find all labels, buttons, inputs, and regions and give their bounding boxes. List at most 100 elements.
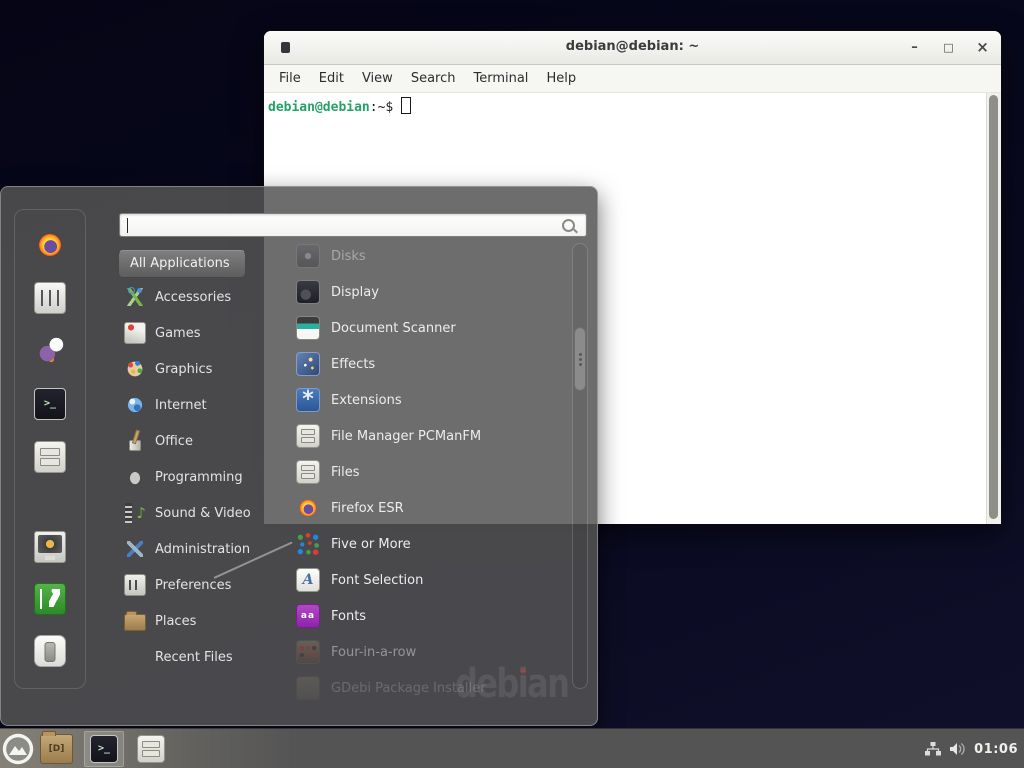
menu-scrollbar[interactable] <box>572 243 588 689</box>
prompt-line: debian@debian:~$ <box>264 93 1001 117</box>
terminal-cursor <box>401 97 411 114</box>
app-item-fonts[interactable]: aa Fonts <box>289 598 573 634</box>
menu-button[interactable] <box>2 733 34 765</box>
system-tray: 01:06 <box>924 729 1024 768</box>
app-item-files[interactable]: Files <box>289 454 573 490</box>
category-item-sound-video[interactable]: ♪ Sound & Video <box>118 495 288 531</box>
category-label: Internet <box>155 398 207 413</box>
terminal-scrollbar-thumb[interactable] <box>989 95 998 519</box>
favorites-group: >_ <box>34 229 66 473</box>
category-label: Places <box>155 614 196 629</box>
maximize-button[interactable]: □ <box>942 42 955 53</box>
five-icon <box>296 532 320 556</box>
preferences-icon <box>124 574 146 596</box>
terminal-menubar: File Edit View Search Terminal Help <box>264 65 1001 93</box>
category-list: Accessories Games Graphics Internet <box>118 279 288 675</box>
volume-icon[interactable] <box>949 741 967 757</box>
app-item-file-manager-pcmanfm[interactable]: File Manager PCManFM <box>289 418 573 454</box>
category-item-places[interactable]: Places <box>118 603 288 639</box>
app-label: Display <box>331 285 379 300</box>
category-label: Sound & Video <box>155 506 251 521</box>
category-label: Recent Files <box>155 650 233 665</box>
internet-icon <box>124 394 146 416</box>
app-label: Firefox ESR <box>331 501 404 516</box>
app-label: Four-in-a-row <box>331 645 416 660</box>
disks-icon <box>296 244 320 268</box>
app-item-five-or-more[interactable]: Five or More <box>289 526 573 562</box>
category-item-office[interactable]: Office <box>118 423 288 459</box>
category-item-preferences[interactable]: Preferences <box>118 567 288 603</box>
category-label: Preferences <box>155 578 231 593</box>
network-icon[interactable] <box>924 741 942 757</box>
category-item-games[interactable]: Games <box>118 315 288 351</box>
app-label: Files <box>331 465 360 480</box>
favorite-system-settings[interactable] <box>34 282 66 314</box>
clock[interactable]: 01:06 <box>974 742 1018 757</box>
app-item-document-scanner[interactable]: Document Scanner <box>289 310 573 346</box>
folder-launcher[interactable]: [D] <box>40 734 73 764</box>
terminal-icon: >_ <box>90 735 118 763</box>
fontsel-icon: A <box>296 568 320 592</box>
app-label: Effects <box>331 357 375 372</box>
favorite-files[interactable] <box>34 441 66 473</box>
app-label: File Manager PCManFM <box>331 429 481 444</box>
menu-terminal[interactable]: Terminal <box>464 67 537 90</box>
category-label: Programming <box>155 470 243 485</box>
prompt-suffix: :~$ <box>370 100 393 115</box>
menu-view[interactable]: View <box>353 67 402 90</box>
scanner-icon <box>296 316 320 340</box>
games-icon <box>124 322 146 344</box>
category-item-accessories[interactable]: Accessories <box>118 279 288 315</box>
app-item-firefox-esr[interactable]: Firefox ESR <box>289 490 573 526</box>
category-item-graphics[interactable]: Graphics <box>118 351 288 387</box>
all-applications-button[interactable]: All Applications <box>118 250 246 278</box>
app-item-disks[interactable]: Disks <box>289 238 573 274</box>
app-item-font-selection[interactable]: A Font Selection <box>289 562 573 598</box>
taskbar-terminal-button[interactable]: >_ <box>84 731 124 767</box>
app-item-extensions[interactable]: * Extensions <box>289 382 573 418</box>
admin-icon <box>124 538 146 560</box>
session-button-lock-screen[interactable] <box>34 531 66 563</box>
app-label: Font Selection <box>331 573 423 588</box>
places-icon <box>124 614 146 631</box>
minimize-button[interactable]: – <box>908 41 921 54</box>
fonts-icon: aa <box>296 604 320 628</box>
gdebi-icon <box>296 676 320 700</box>
window-controls: – □ × <box>908 31 989 64</box>
search-box <box>119 213 587 237</box>
taskbar-files-button[interactable] <box>131 731 171 767</box>
app-item-display[interactable]: Display <box>289 274 573 310</box>
fourrow-icon <box>296 640 320 664</box>
app-item-effects[interactable]: Effects <box>289 346 573 382</box>
menu-scrollbar-thumb[interactable] <box>574 327 586 391</box>
session-button-log-out[interactable] <box>34 583 66 615</box>
menu-help[interactable]: Help <box>537 67 585 90</box>
close-button[interactable]: × <box>976 40 989 55</box>
category-label: Office <box>155 434 193 449</box>
terminal-titlebar[interactable]: debian@debian: ~ – □ × <box>264 31 1001 65</box>
favorite-pidgin[interactable] <box>34 335 66 367</box>
search-icon <box>562 219 575 232</box>
cinnamon-logo-icon <box>2 733 34 765</box>
office-icon <box>124 430 146 452</box>
terminal-scrollbar[interactable] <box>986 93 1001 524</box>
menu-search-input[interactable] <box>120 214 586 236</box>
extensions-icon: * <box>296 388 320 412</box>
debian-watermark-dot-icon <box>520 668 526 674</box>
session-group <box>34 531 66 667</box>
app-label: Fonts <box>331 609 366 624</box>
session-button-shut-down[interactable] <box>34 635 66 667</box>
category-item-administration[interactable]: Administration <box>118 531 288 567</box>
favorite-terminal[interactable]: >_ <box>34 388 66 420</box>
category-item-programming[interactable]: Programming <box>118 459 288 495</box>
menu-edit[interactable]: Edit <box>310 67 353 90</box>
favorite-firefox[interactable] <box>34 229 66 261</box>
category-item-internet[interactable]: Internet <box>118 387 288 423</box>
category-item-recent-files[interactable]: Recent Files <box>118 639 288 675</box>
category-label: Games <box>155 326 200 341</box>
cabinet-icon <box>296 460 320 484</box>
scrollbar-grip-icon <box>579 358 582 361</box>
app-label: Five or More <box>331 537 411 552</box>
menu-search[interactable]: Search <box>402 67 465 90</box>
menu-file[interactable]: File <box>270 67 310 90</box>
